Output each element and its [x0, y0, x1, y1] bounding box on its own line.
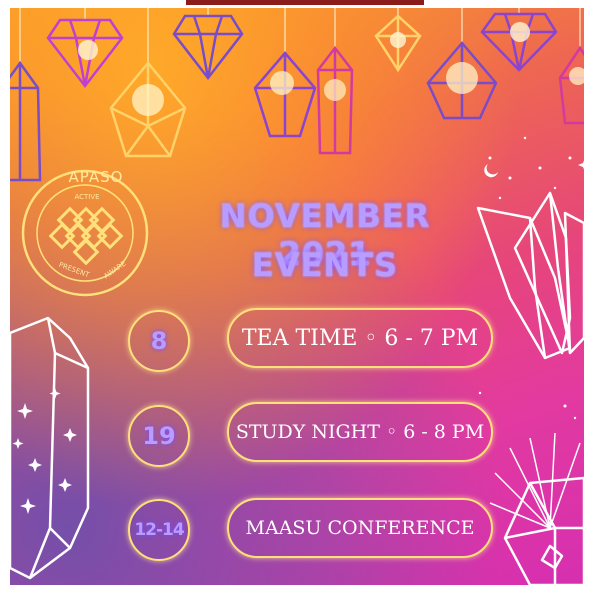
- logo-name: APASO: [68, 168, 124, 186]
- event-label-pill: STUDY NIGHT ◦ 6 - 8 PM: [227, 402, 493, 462]
- title-events: EVENTS: [251, 246, 399, 284]
- event-poster: APASO ACTIVE PRESENT AWARE NOVEMBER 2021…: [10, 8, 584, 585]
- event-label-pill: MAASU CONFERENCE: [227, 498, 493, 558]
- logo-word-active: ACTIVE: [74, 193, 100, 201]
- apaso-logo-knot: [48, 206, 124, 266]
- event-date-badge: 8: [128, 310, 190, 372]
- event-date-badge: 12-14: [128, 499, 190, 561]
- event-label-pill: TEA TIME ◦ 6 - 7 PM: [227, 308, 493, 368]
- top-header-bar: [186, 0, 424, 5]
- event-date-badge: 19: [128, 405, 190, 467]
